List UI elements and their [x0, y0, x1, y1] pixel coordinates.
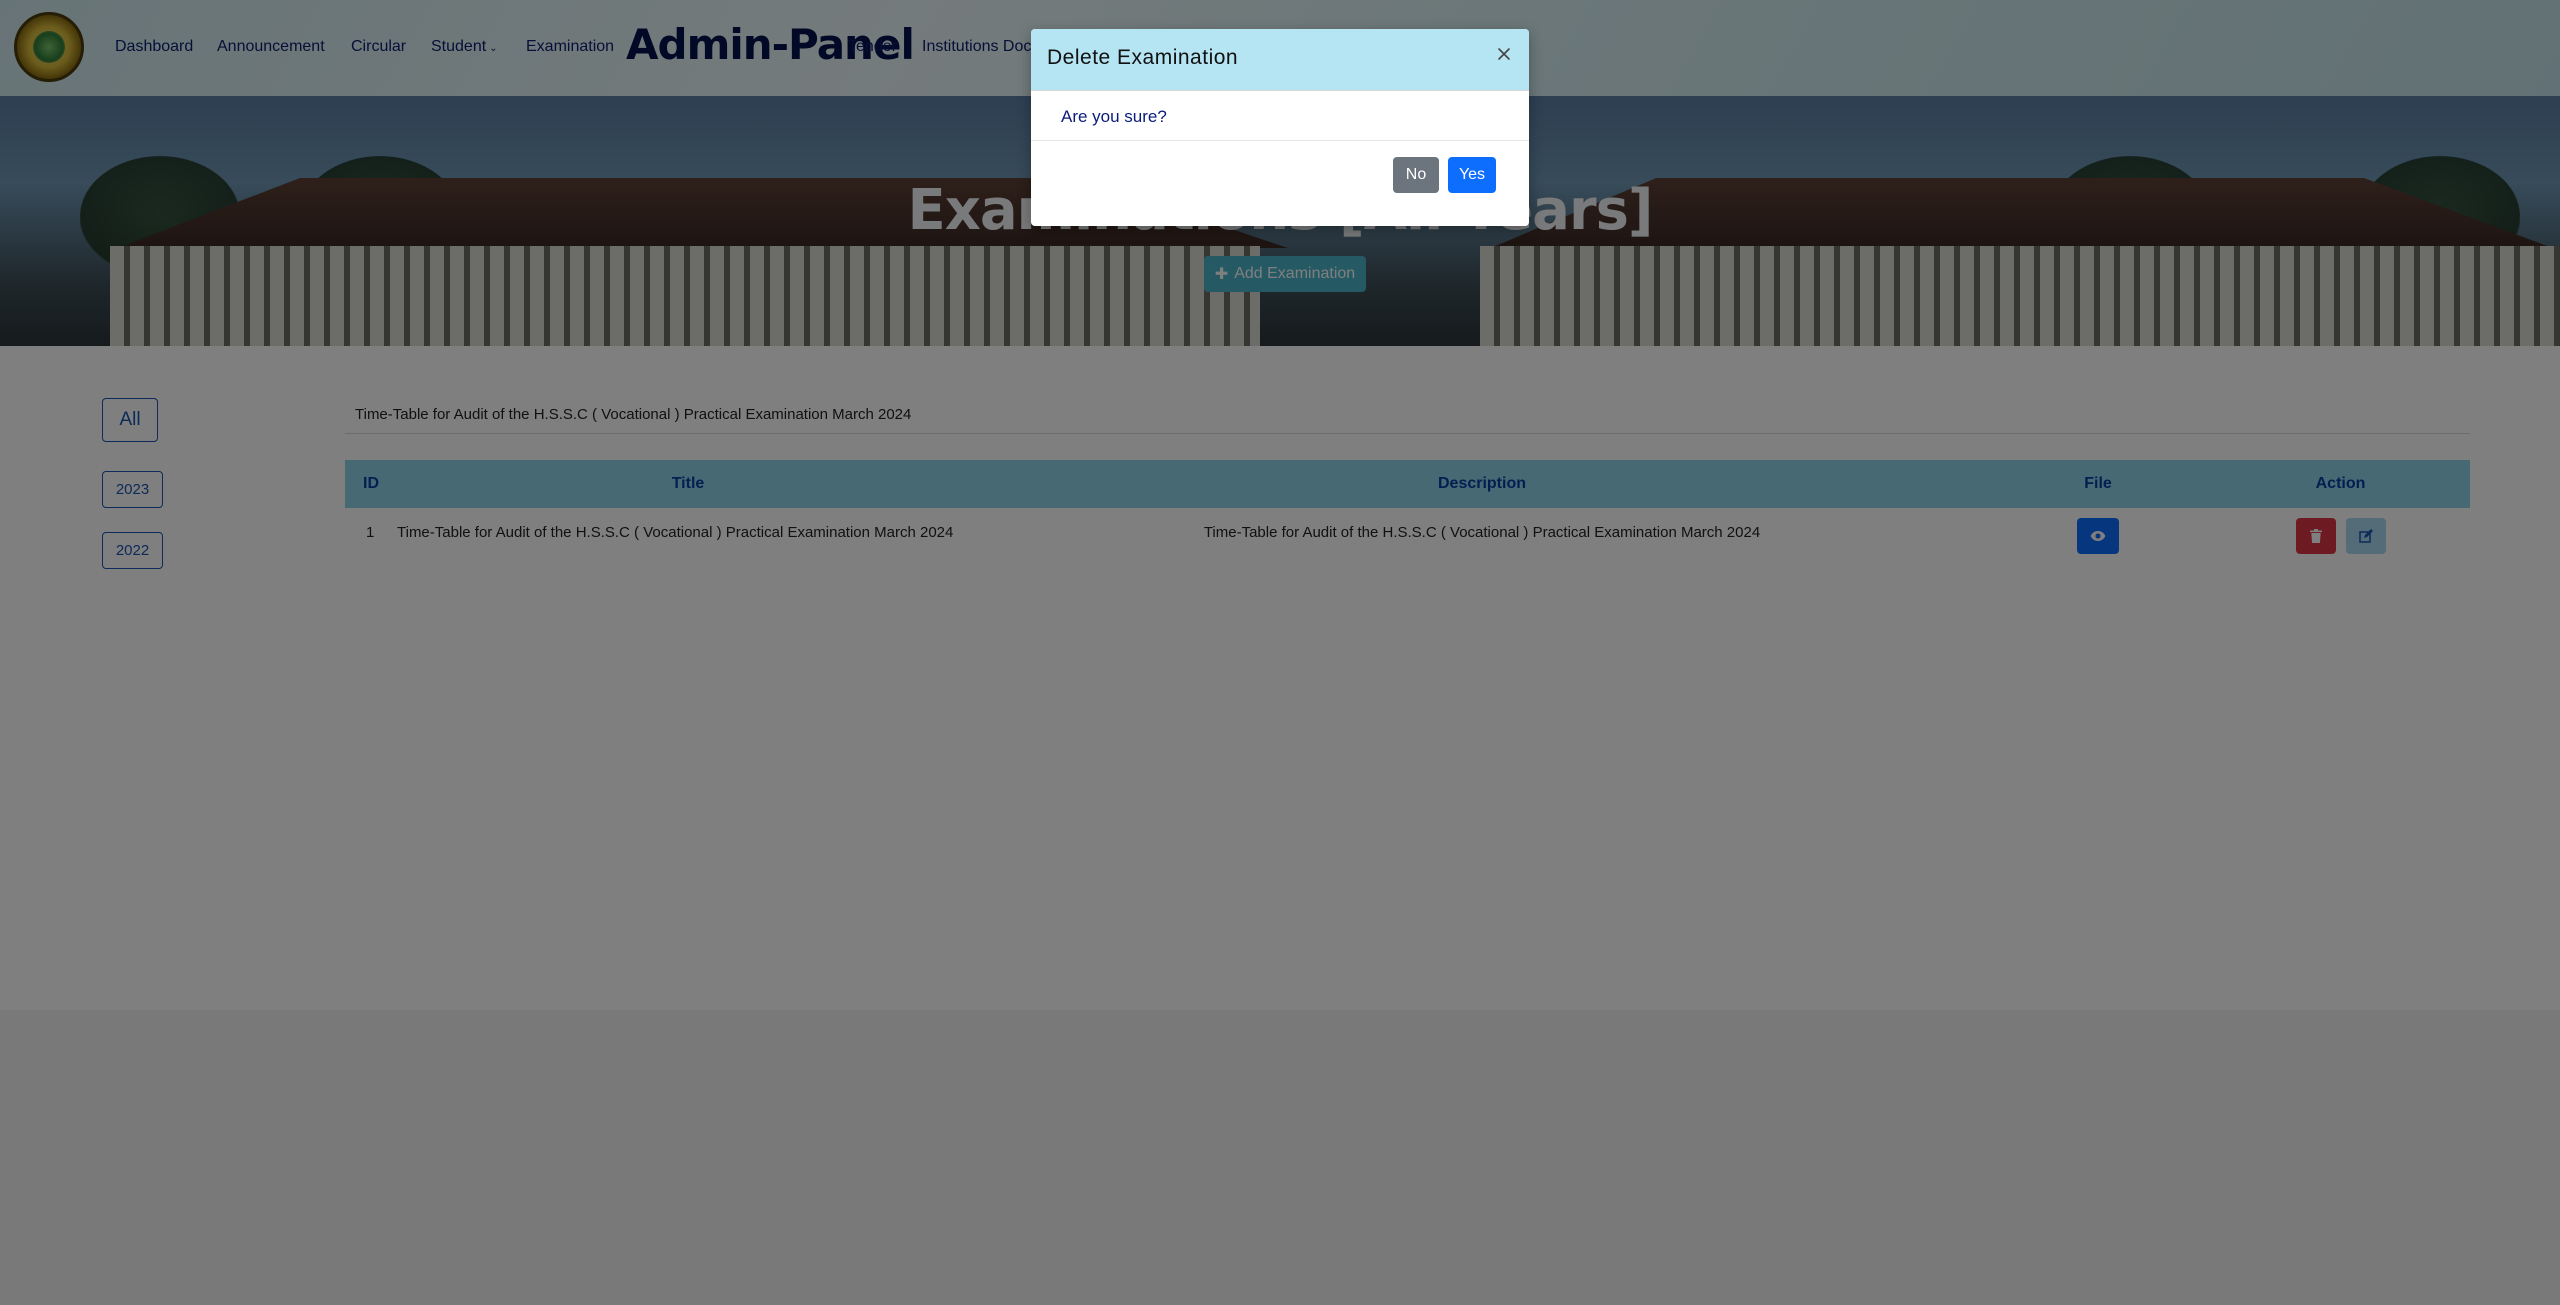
no-button[interactable]: No — [1393, 157, 1439, 193]
delete-examination-modal: Delete Examination Are you sure? No Yes — [1031, 29, 1529, 226]
yes-button[interactable]: Yes — [1448, 157, 1496, 193]
modal-footer: No Yes — [1031, 141, 1529, 225]
modal-title: Delete Examination — [1047, 46, 1239, 69]
confirm-question: Are you sure? — [1061, 107, 1167, 126]
close-icon[interactable] — [1493, 43, 1515, 65]
modal-body: Are you sure? — [1031, 91, 1529, 141]
modal-header: Delete Examination — [1031, 29, 1529, 91]
